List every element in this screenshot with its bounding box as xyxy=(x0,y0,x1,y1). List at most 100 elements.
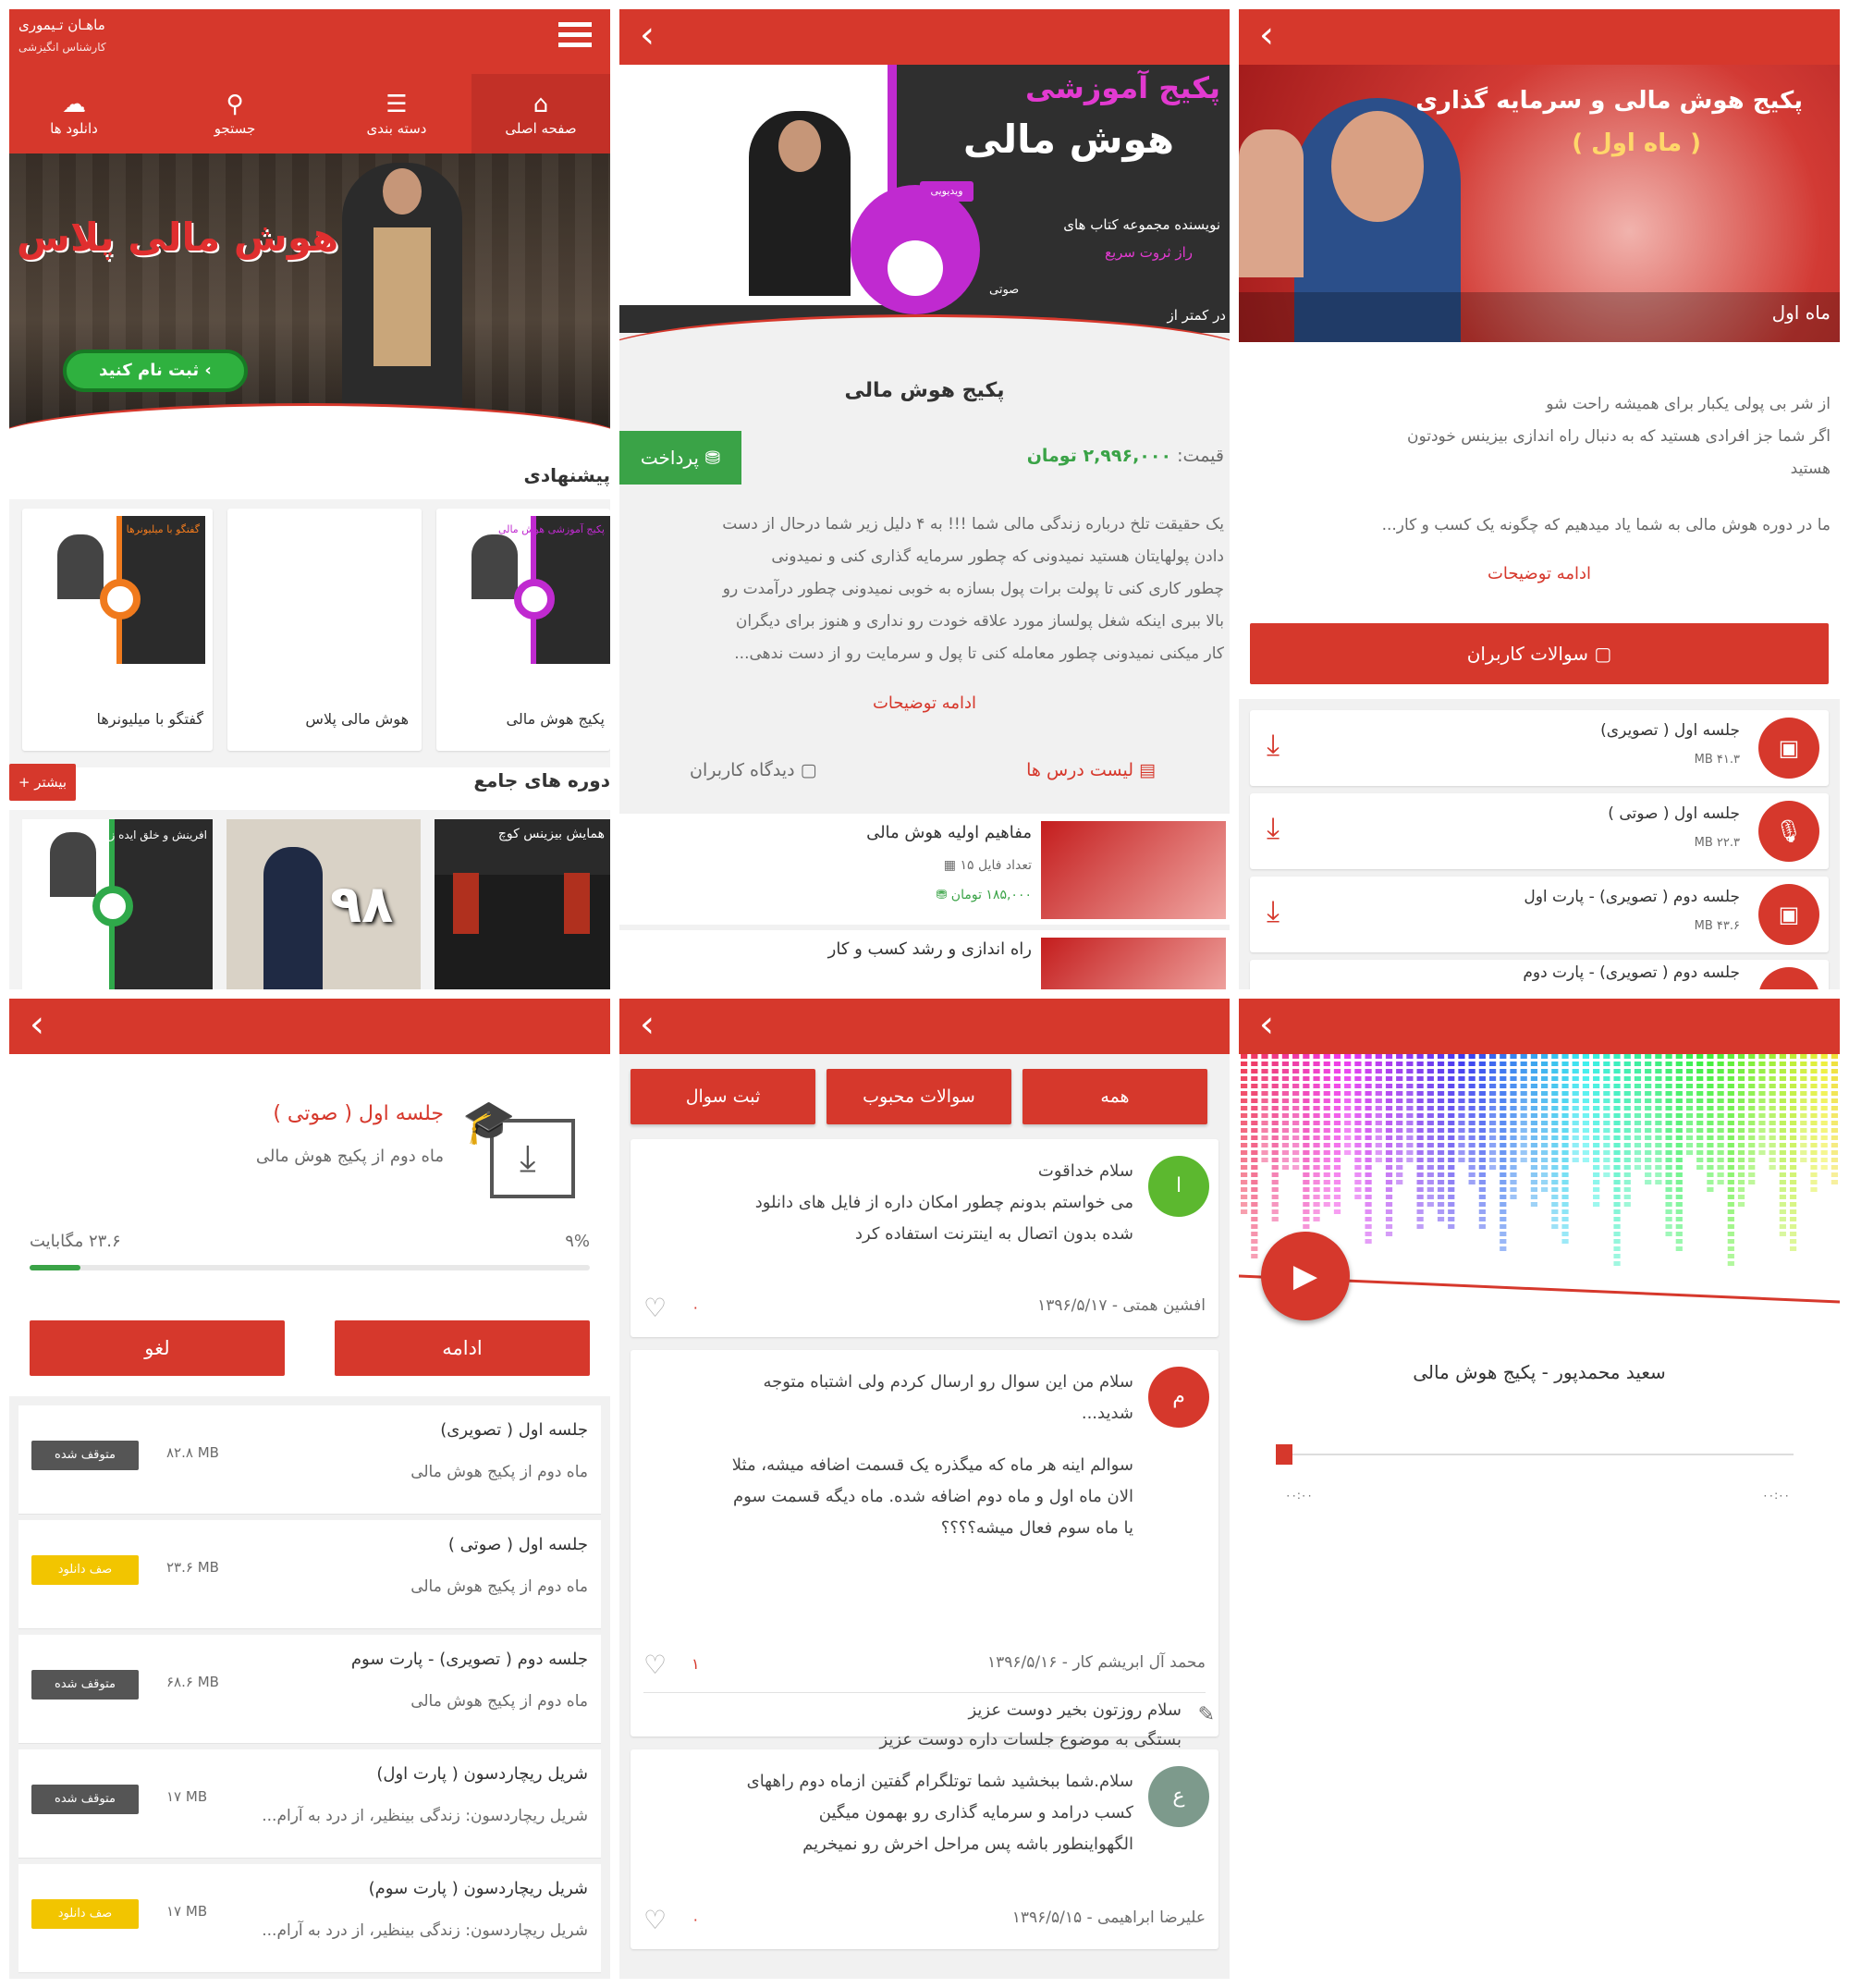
equalizer-cell xyxy=(1665,1076,1672,1081)
equalizer-cell xyxy=(1779,1069,1786,1074)
back-arrow-icon[interactable]: ‹ xyxy=(1246,15,1287,55)
tab-reviews[interactable]: ▢ دیدگاه کاربران xyxy=(690,760,817,780)
equalizer-cell xyxy=(1665,1069,1672,1074)
equalizer-cell xyxy=(1281,1135,1290,1140)
more-description-link[interactable]: ادامه توضیحات xyxy=(1239,564,1840,583)
question-card[interactable]: م سلام من این سوال رو ارسال کردم ولی اشتب… xyxy=(631,1350,1218,1749)
tab-all[interactable]: همه xyxy=(1022,1069,1207,1124)
tab-popular[interactable]: سوالات محبوب xyxy=(827,1069,1011,1124)
user-questions-button[interactable]: سوالات کاربران ▢ xyxy=(1250,623,1829,684)
equalizer-cell xyxy=(1572,1061,1579,1066)
suggested-item-1[interactable]: پکیج آموزشی هوش مالی پکیج هوش مالی xyxy=(436,509,610,751)
course-thumb-3[interactable]: افرینش و خلق ایده زیبا xyxy=(22,819,213,989)
equalizer-cell xyxy=(1685,1091,1694,1096)
pay-button[interactable]: پرداخت ⛃ xyxy=(619,431,741,485)
equalizer-cell xyxy=(1561,1239,1569,1244)
lesson-row[interactable]: مفاهیم اولیه هوش مالی تعداد فایل ۱۵ ▦ ۱۸… xyxy=(619,814,1230,925)
equalizer-cell xyxy=(1572,1135,1579,1140)
nav-categories[interactable]: ☰ دسته بندی xyxy=(343,89,450,153)
register-button[interactable]: ثبت نام کنید ‹ xyxy=(63,350,248,392)
nav-home[interactable]: ⌂ صفحه اصلی xyxy=(487,89,594,153)
equalizer-cell xyxy=(1313,1128,1320,1133)
more-button[interactable]: + بیشتر xyxy=(9,764,76,801)
tab-lessons[interactable]: ▤ لیست درس ها xyxy=(1026,760,1156,780)
equalizer-cell xyxy=(1323,1180,1330,1184)
equalizer-cell xyxy=(1831,1098,1838,1103)
file-row[interactable]: جلسه دوم ( تصویری) - پارت دوم xyxy=(1250,960,1829,989)
equalizer-cell xyxy=(1344,1098,1352,1103)
equalizer-cell xyxy=(1458,1128,1465,1133)
hero-banner[interactable]: هوش مالی پلاس ثبت نام کنید ‹ xyxy=(9,153,610,431)
status-badge[interactable]: صف دانلود xyxy=(31,1899,139,1929)
download-item[interactable]: جلسه اول ( صوتی ) ماه دوم از پکیج هوش مال… xyxy=(18,1520,601,1629)
status-badge[interactable]: متوقف شده xyxy=(31,1785,139,1814)
equalizer-cell xyxy=(1303,1224,1310,1229)
hamburger-menu-icon[interactable] xyxy=(558,22,592,52)
back-arrow-icon[interactable]: ‹ xyxy=(1246,1004,1287,1045)
equalizer-cell xyxy=(1810,1121,1818,1125)
equalizer-cell xyxy=(1789,1084,1797,1088)
equalizer-cell xyxy=(1561,1209,1569,1214)
equalizer-cell xyxy=(1458,1084,1465,1088)
nav-search[interactable]: ⚲ جستجو xyxy=(181,89,288,153)
download-item[interactable]: شریل ریچاردسون ( پارت اول) شریل ریچاردسون… xyxy=(18,1749,601,1859)
download-item[interactable]: جلسه دوم ( تصویری) - پارت سوم ماه دوم از … xyxy=(18,1635,601,1744)
status-badge[interactable]: صف دانلود xyxy=(31,1555,139,1585)
cancel-button[interactable]: لغو xyxy=(30,1320,285,1376)
status-badge[interactable]: متوقف شده xyxy=(31,1441,139,1470)
tab-ask-question[interactable]: ثبت سوال xyxy=(631,1069,815,1124)
download-icon[interactable]: ⤓ xyxy=(1267,810,1280,846)
seek-handle[interactable] xyxy=(1276,1444,1292,1465)
course-thumb-2[interactable]: ۹۸ xyxy=(227,819,421,989)
equalizer-cell xyxy=(1769,1091,1776,1096)
equalizer-cell xyxy=(1748,1084,1756,1088)
status-badge[interactable]: متوقف شده xyxy=(31,1670,139,1700)
equalizer-cell xyxy=(1613,1150,1621,1155)
heart-icon[interactable]: ♡ xyxy=(643,1905,667,1935)
file-row[interactable]: 🎙 جلسه اول ( صوتی ) ۲۲.۳ MB ⤓ xyxy=(1250,793,1829,869)
continue-button[interactable]: ادامه xyxy=(335,1320,590,1376)
download-icon[interactable]: ⤓ xyxy=(1267,893,1280,929)
equalizer-cell xyxy=(1251,1187,1258,1192)
question-card[interactable]: ع سلام.شما ببخشید شما توتلگرام گفتین ازما… xyxy=(631,1749,1218,1949)
equalizer-cell xyxy=(1396,1135,1403,1140)
equalizer-cell xyxy=(1800,1106,1807,1111)
download-icon[interactable]: ⤓ xyxy=(1267,727,1280,763)
equalizer-cell xyxy=(1500,1217,1507,1221)
equalizer-cell xyxy=(1737,1113,1745,1118)
download-item[interactable]: شریل ریچاردسون ( پارت سوم) شریل ریچاردسون… xyxy=(18,1864,601,1973)
equalizer-cell xyxy=(1448,1209,1455,1214)
equalizer-cell xyxy=(1510,1084,1517,1088)
equalizer-cell xyxy=(1655,1158,1662,1162)
equalizer-cell xyxy=(1634,1121,1642,1125)
equalizer-cell xyxy=(1510,1054,1517,1059)
equalizer-cell xyxy=(1737,1128,1745,1133)
suggested-item-2[interactable]: هوش مالی پلاس xyxy=(227,509,422,751)
equalizer-cell xyxy=(1530,1121,1537,1125)
back-arrow-icon[interactable]: ‹ xyxy=(17,1004,57,1045)
equalizer-cell xyxy=(1675,1113,1683,1118)
equalizer-cell xyxy=(1478,1106,1486,1111)
equalizer-cell xyxy=(1551,1069,1559,1074)
back-arrow-icon[interactable]: ‹ xyxy=(627,15,667,55)
play-button[interactable]: ▶ xyxy=(1261,1232,1350,1320)
equalizer-cell xyxy=(1634,1113,1642,1118)
question-card[interactable]: ا سلام خداقوت می خواستم بدونم چطور امکان د… xyxy=(631,1139,1218,1337)
equalizer-cell xyxy=(1737,1187,1745,1192)
suggested-item-3[interactable]: گفتگو با میلیونرها گفتگو با میلیونرها xyxy=(22,509,213,751)
heart-icon[interactable]: ♡ xyxy=(643,1293,667,1323)
lesson-row[interactable]: راه اندازی و رشد کسب و کار xyxy=(619,930,1230,989)
heart-icon[interactable]: ♡ xyxy=(643,1650,667,1680)
equalizer-cell xyxy=(1406,1069,1414,1074)
equalizer-cell xyxy=(1488,1106,1497,1111)
back-arrow-icon[interactable]: ‹ xyxy=(627,1004,667,1045)
file-row[interactable]: ▣ جلسه دوم ( تصویری) - پارت اول ۴۳.۶ MB … xyxy=(1250,877,1829,952)
equalizer-cell xyxy=(1623,1084,1631,1088)
download-item[interactable]: جلسه اول ( تصویری) ماه دوم از پکیج هوش ما… xyxy=(18,1405,601,1515)
course-thumb-1[interactable]: همایش بیزینس کوچ xyxy=(435,819,610,989)
more-description-link[interactable]: ادامه توضیحات xyxy=(619,693,1230,713)
seek-bar[interactable] xyxy=(1276,1444,1794,1465)
file-row[interactable]: ▣ جلسه اول ( تصویری) ۴۱.۳ MB ⤓ xyxy=(1250,710,1829,786)
equalizer-cell xyxy=(1561,1180,1569,1184)
nav-downloads[interactable]: ☁ دانلود ها xyxy=(20,89,128,153)
